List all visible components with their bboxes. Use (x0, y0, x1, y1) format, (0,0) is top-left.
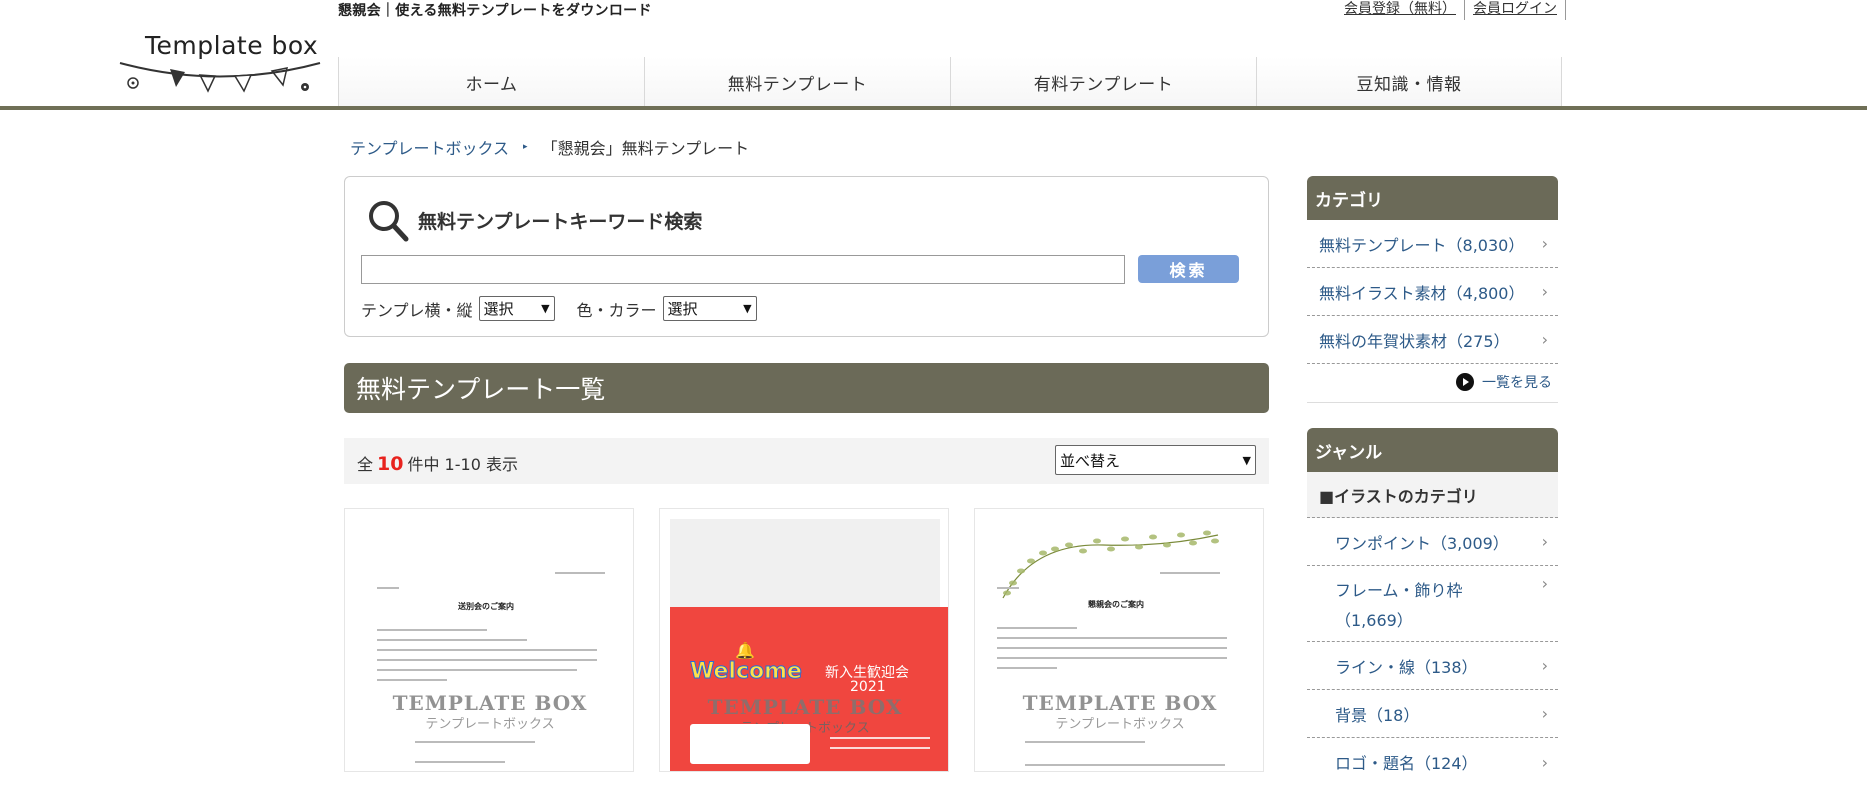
chevron-right-icon: › (1541, 234, 1548, 253)
chevron-right-icon: › (1541, 330, 1548, 349)
template-card[interactable]: 送別会のご案内 TEMPLATE BOX テンプレートボックス (344, 508, 634, 772)
doc-title: 懇親会のご案内 (1088, 600, 1144, 609)
search-input[interactable] (361, 255, 1125, 284)
register-link[interactable]: 会員登録（無料） (1330, 0, 1465, 20)
global-nav: ホーム 無料テンプレート 有料テンプレート 豆知識・情報 (338, 57, 1562, 107)
watermark: TEMPLATE BOX (707, 695, 903, 719)
sidebar-item-count: （1,669） (1335, 610, 1413, 630)
sidebar-item-free-templates[interactable]: 無料テンプレート（8,030） › (1307, 220, 1558, 268)
sort-select-value: 並べ替え (1060, 451, 1121, 470)
breadcrumb-current: 「懇親会」無料テンプレート (541, 139, 750, 158)
event-year: 2021 (850, 679, 886, 695)
sidebar-item-nengajo[interactable]: 無料の年賀状素材（275） › (1307, 316, 1558, 364)
sidebar-item-label: 無料の年賀状素材（275） (1319, 331, 1510, 351)
watermark: TEMPLATE BOX (392, 691, 588, 715)
magnifier-icon (369, 201, 409, 242)
welcome-text: Welcome (690, 659, 803, 685)
sidebar-item-lines[interactable]: ライン・線（138） › (1307, 642, 1558, 690)
chevron-down-icon: ▼ (743, 302, 752, 315)
results-summary: 全 10 件中 1-10 表示 (357, 451, 518, 475)
nav-tips[interactable]: 豆知識・情報 (1256, 57, 1562, 107)
results-suffix: 件中 1-10 表示 (407, 455, 518, 474)
sidebar-item-label: 無料テンプレート（8,030） (1319, 235, 1525, 255)
chevron-right-icon: › (1541, 532, 1548, 551)
logo-text: Template box (145, 31, 319, 60)
breadcrumb-home-link[interactable]: テンプレートボックス (350, 135, 509, 159)
orientation-select-value: 選択 (483, 300, 514, 318)
sidebar-genre-heading: ジャンル (1307, 428, 1558, 472)
chevron-right-icon: › (1541, 656, 1548, 675)
chevron-down-icon: ▼ (541, 302, 550, 315)
sidebar-item-free-illustrations[interactable]: 無料イラスト素材（4,800） › (1307, 268, 1558, 316)
chevron-right-icon: › (1541, 704, 1548, 723)
login-link[interactable]: 会員ログイン (1465, 0, 1566, 20)
watermark-sub: テンプレートボックス (425, 717, 555, 732)
sidebar-item-label: フレーム・飾り枠 (1335, 580, 1463, 600)
results-prefix: 全 (357, 455, 374, 474)
search-filters: テンプレ横・縦 選択 ▼ 色・カラー 選択 ▼ (361, 296, 757, 321)
breadcrumb-arrow-icon: ▸ (523, 142, 528, 152)
sidebar-item-label: ワンポイント（3,009） (1335, 533, 1509, 553)
header-divider (0, 106, 1867, 110)
search-title: 無料テンプレートキーワード検索 (418, 211, 703, 233)
color-select-value: 選択 (667, 300, 698, 318)
chevron-down-icon: ▼ (1242, 453, 1251, 467)
template-thumbnail: Welcome 🔔 新入生歓迎会 2021 TEMPLATE BOX テンプレー… (670, 519, 948, 771)
orientation-select[interactable]: 選択 ▼ (478, 296, 555, 321)
nav-free-templates[interactable]: 無料テンプレート (644, 57, 950, 107)
sort-select[interactable]: 並べ替え ▼ (1055, 445, 1256, 475)
sidebar-item-frames[interactable]: フレーム・飾り枠 （1,669） › (1307, 566, 1558, 642)
leaf-garland-icon (1002, 530, 1219, 599)
chevron-right-icon: › (1541, 752, 1548, 772)
bell-icon: 🔔 (735, 641, 755, 660)
chevron-right-icon: › (1541, 282, 1548, 301)
template-list-heading: 無料テンプレート一覧 (344, 363, 1269, 413)
results-bar: 全 10 件中 1-10 表示 並べ替え ▼ (344, 438, 1269, 484)
keyword-search-panel: 無料テンプレートキーワード検索 検索 テンプレ横・縦 選択 ▼ 色・カラー 選択… (344, 176, 1269, 337)
see-all-label: 一覧を見る (1482, 375, 1552, 391)
results-count: 10 (377, 453, 404, 475)
sidebar-item-label: ライン・線（138） (1335, 657, 1478, 677)
watermark: TEMPLATE BOX (1022, 691, 1218, 715)
template-card[interactable]: Welcome 🔔 新入生歓迎会 2021 TEMPLATE BOX テンプレー… (659, 508, 949, 772)
sidebar-item-label: ロゴ・題名（124） (1335, 754, 1478, 773)
see-all-link[interactable]: 一覧を見る (1456, 372, 1552, 392)
sidebar-item-backgrounds[interactable]: 背景（18） › (1307, 690, 1558, 738)
sidebar-item-label: 無料イラスト素材（4,800） (1319, 283, 1525, 303)
search-button[interactable]: 検索 (1138, 255, 1239, 283)
member-links: 会員登録（無料） 会員ログイン (1330, 0, 1566, 20)
sidebar-category-heading: カテゴリ (1307, 176, 1558, 220)
nav-paid-templates[interactable]: 有料テンプレート (950, 57, 1256, 107)
template-thumbnail: 懇親会のご案内 TEMPLATE BOX テンプレートボックス (985, 519, 1255, 771)
zoom-info-box (690, 724, 810, 764)
doc-title: 送別会のご案内 (458, 602, 514, 611)
sidebar-item-label: 背景（18） (1335, 705, 1420, 725)
site-logo[interactable]: Template box (115, 25, 325, 97)
sidebar-item-logos[interactable]: ロゴ・題名（124） › (1307, 738, 1558, 786)
color-select[interactable]: 選択 ▼ (662, 296, 757, 321)
template-card[interactable]: 懇親会のご案内 TEMPLATE BOX テンプレートボックス (974, 508, 1264, 772)
orientation-filter-label: テンプレ横・縦 (361, 300, 473, 320)
nav-home[interactable]: ホーム (338, 57, 644, 107)
sidebar-divider (1307, 402, 1558, 403)
chevron-right-icon: › (1541, 574, 1548, 593)
breadcrumb: テンプレートボックス ▸ 「懇親会」無料テンプレート (350, 135, 749, 159)
sidebar-item-onepoint[interactable]: ワンポイント（3,009） › (1307, 518, 1558, 566)
template-thumbnail: 送別会のご案内 TEMPLATE BOX テンプレートボックス (355, 519, 625, 771)
sidebar-genre-subheading: ■イラストのカテゴリ (1307, 472, 1558, 518)
play-circle-icon (1456, 373, 1474, 391)
watermark-sub: テンプレートボックス (1055, 717, 1185, 732)
color-filter-label: 色・カラー (576, 300, 657, 320)
site-tagline: 懇親会｜使える無料テンプレートをダウンロード (338, 3, 652, 19)
